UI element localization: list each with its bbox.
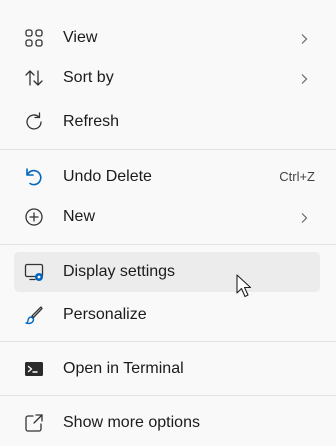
add-circle-icon [22, 205, 46, 229]
menu-item-sort-by[interactable]: Sort by [14, 58, 320, 98]
menu-item-open-in-terminal[interactable]: Open in Terminal [14, 349, 320, 389]
menu-item-show-more-options[interactable]: Show more options [14, 403, 320, 443]
display-settings-icon [22, 260, 46, 284]
terminal-icon [22, 357, 46, 381]
menu-item-label: Personalize [63, 306, 147, 323]
menu-item-new[interactable]: New [14, 197, 320, 237]
menu-separator [0, 395, 336, 396]
menu-item-label: New [63, 208, 96, 225]
share-open-icon [22, 411, 46, 435]
view-grid-icon [22, 26, 46, 50]
menu-item-label: Open in Terminal [63, 360, 184, 377]
brush-icon [22, 303, 46, 327]
refresh-icon [22, 110, 46, 134]
menu-item-label: Sort by [63, 69, 114, 86]
menu-separator [0, 149, 336, 150]
desktop-context-menu: View Sort by Refresh Undo Delete Ctrl+Z … [0, 0, 336, 446]
menu-item-display-settings[interactable]: Display settings [14, 252, 320, 292]
chevron-right-icon [298, 72, 310, 84]
menu-item-label: Show more options [63, 414, 200, 431]
menu-item-label: View [63, 29, 98, 46]
shortcut-text: Ctrl+Z [279, 169, 315, 184]
menu-item-label: Display settings [63, 263, 176, 280]
menu-separator [0, 244, 336, 245]
mouse-cursor-icon [236, 274, 254, 300]
menu-item-label: Undo Delete [63, 168, 152, 185]
menu-item-undo-delete[interactable]: Undo Delete Ctrl+Z [14, 157, 320, 197]
undo-icon [22, 165, 46, 189]
menu-item-view[interactable]: View [14, 18, 320, 58]
menu-item-refresh[interactable]: Refresh [14, 102, 320, 142]
chevron-right-icon [298, 211, 310, 223]
sort-arrows-icon [22, 66, 46, 90]
menu-item-label: Refresh [63, 113, 120, 130]
menu-separator [0, 341, 336, 342]
chevron-right-icon [298, 32, 310, 44]
menu-item-personalize[interactable]: Personalize [14, 295, 320, 335]
